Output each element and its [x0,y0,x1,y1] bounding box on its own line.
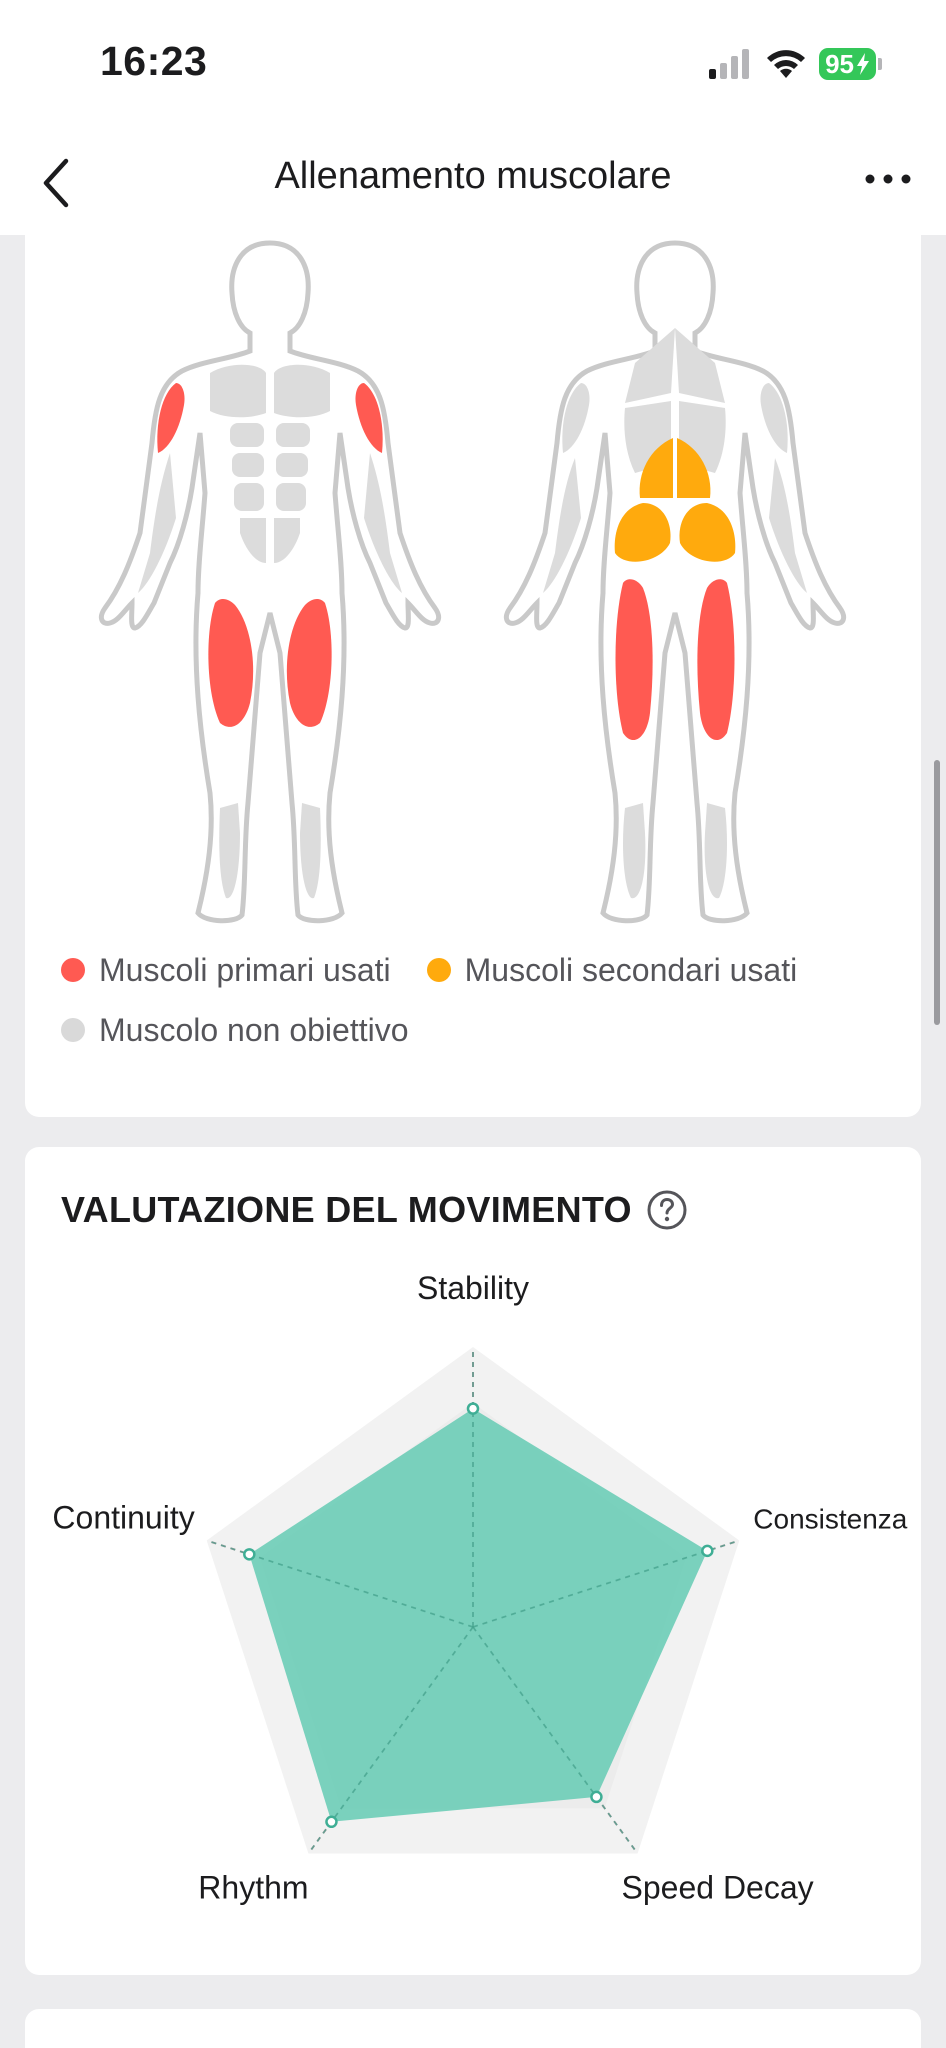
legend-label-non-target: Muscolo non obiettivo [99,1011,409,1048]
legend-label-secondary: Muscoli secondari usati [464,951,798,988]
question-circle-icon[interactable] [646,1189,688,1231]
evaluation-title: VALUTAZIONE DEL MOVIMENTO [61,1189,688,1231]
muscle-map-card: Muscoli primari usati Muscoli secondari … [25,235,921,1117]
front-body-figure [98,240,442,924]
legend-label-primary: Muscoli primari usati [99,951,391,988]
radar-axis-label-continuity: Continuity [52,1499,194,1535]
radar-point [466,1402,480,1415]
body-outline [503,240,847,924]
nav-bar: Allenamento muscolare [0,125,946,235]
radar-axis-label-stability: Stability [417,1270,529,1306]
battery-icon: 95 [819,48,876,80]
radar-point [590,1790,603,1804]
movement-evaluation-card: VALUTAZIONE DEL MOVIMENTO Stability Consi… [25,1147,921,1975]
movement-radar-chart: Stability Consistenza Speed Decay Rhythm Con… [52,1270,908,1906]
legend-dot-primary [61,958,85,982]
page-title: Allenamento muscolare [274,155,672,197]
status-icons: 95 [709,44,882,84]
legend-item-secondary: Muscoli secondari usati [426,951,798,989]
legend-item-non-target: Muscolo non obiettivo [61,1012,409,1049]
radar-point [701,1544,714,1558]
radar-axis-label-consistenza: Consistenza [753,1503,908,1534]
next-card [25,2009,921,2048]
scrollbar[interactable] [934,760,940,1025]
battery-cap [878,58,882,70]
radar-point [325,1815,338,1829]
body-outline [98,240,442,924]
radar-axis-label-speed-decay: Speed Decay [622,1870,814,1906]
back-body-figure [503,240,847,924]
more-button[interactable] [862,159,914,199]
radar-point [243,1548,256,1561]
evaluation-title-text: VALUTAZIONE DEL MOVIMENTO [61,1189,632,1230]
battery-level: 95 [825,48,854,79]
legend-dot-non-target [61,1018,85,1042]
legend-dot-secondary [426,958,451,982]
wifi-icon [767,50,806,78]
scroll-area[interactable]: Muscoli primari usati Muscoli secondari … [0,235,946,2048]
muscle-legend: Muscoli primari usati Muscoli secondari … [61,940,901,1060]
charging-bolt-icon [857,53,869,75]
signal-icon [709,49,750,79]
radar-axis-label-rhythm: Rhythm [198,1870,308,1906]
status-time: 16:23 [100,38,208,84]
more-horizontal-icon [865,174,911,184]
status-bar: 16:23 95 [0,0,946,125]
legend-item-primary: Muscoli primari usati [61,952,391,989]
